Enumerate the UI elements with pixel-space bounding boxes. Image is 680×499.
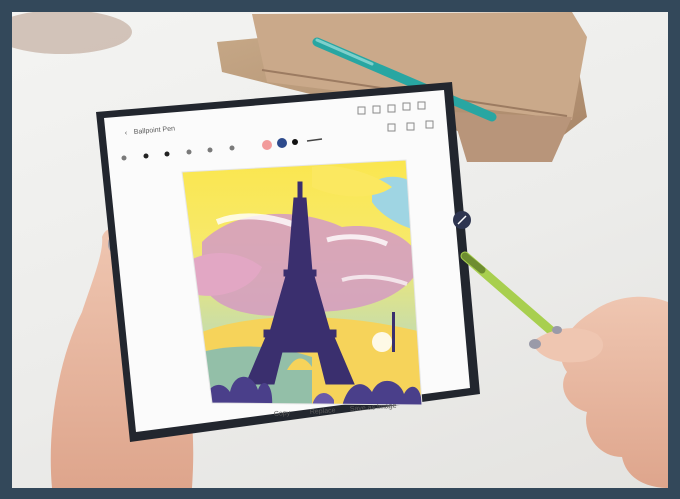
photo-frame: ‹ Ballpoint Pen Copy Replace Save as Ima… — [12, 12, 668, 488]
tool-icon — [143, 153, 149, 159]
tool-icon — [121, 155, 127, 161]
tool-icon — [164, 151, 170, 157]
color-swatch-black — [292, 139, 298, 145]
photo-scene: ‹ Ballpoint Pen Copy Replace Save as Ima… — [12, 12, 668, 488]
color-swatch-blue — [277, 138, 287, 148]
replace-action: Replace — [310, 407, 336, 416]
tool-icon — [229, 145, 235, 151]
background-object — [12, 12, 132, 54]
color-swatch-pink — [262, 140, 272, 150]
tool-icon — [186, 149, 192, 155]
copy-action: Copy — [274, 410, 291, 418]
eiffel-tower-artwork — [182, 160, 422, 405]
tool-icon — [207, 147, 213, 153]
